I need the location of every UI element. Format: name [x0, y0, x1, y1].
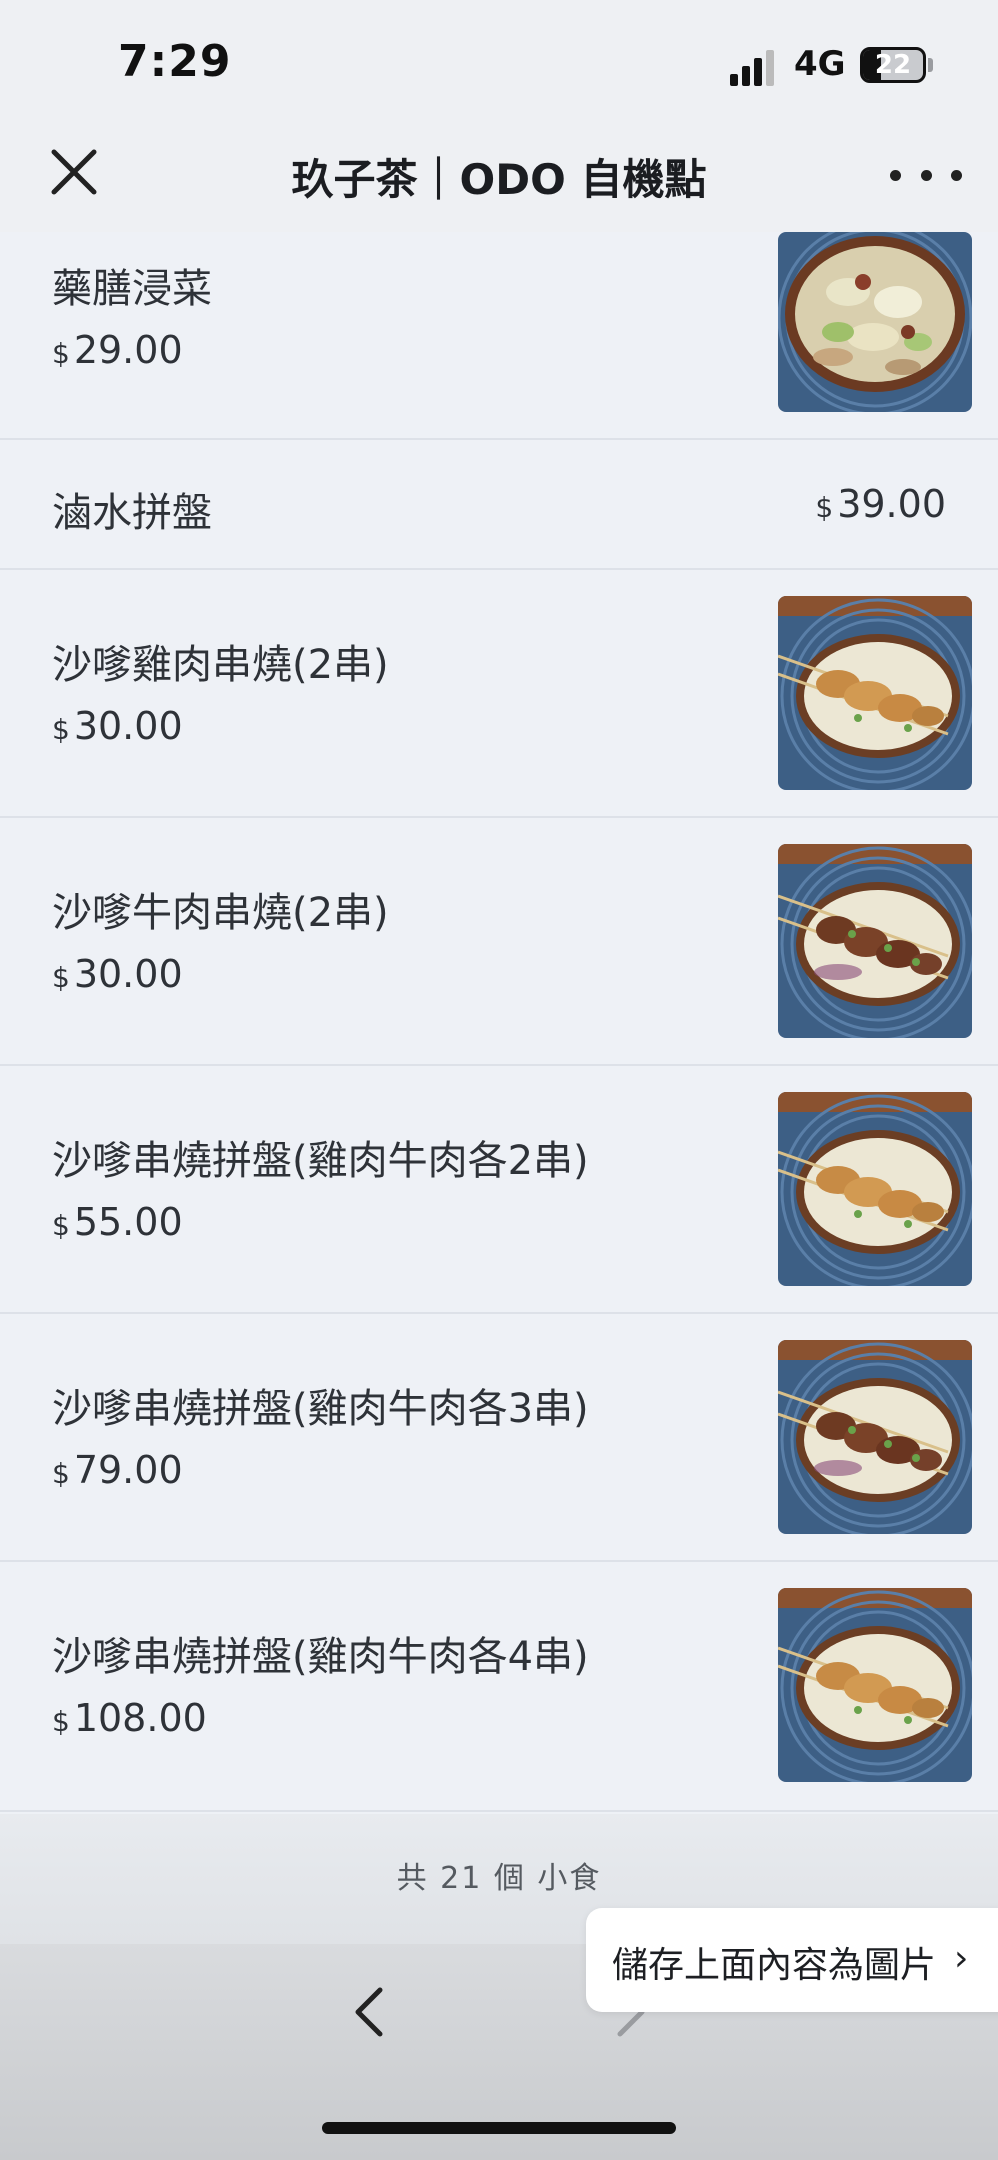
item-name: 沙嗲串燒拼盤(雞肉牛肉各4串)	[52, 1634, 589, 1680]
signal-icon	[730, 50, 774, 86]
currency-symbol: $	[52, 1705, 70, 1738]
price-value: 39.00	[837, 482, 946, 526]
battery-tip	[928, 58, 933, 72]
currency-symbol: $	[52, 713, 70, 746]
currency-symbol: $	[52, 961, 70, 994]
currency-symbol: $	[52, 1209, 70, 1242]
more-dot	[920, 169, 932, 181]
menu-item[interactable]: 沙嗲雞肉串燒(2串) $30.00	[0, 570, 998, 818]
currency-symbol: $	[52, 337, 70, 370]
item-name: 沙嗲串燒拼盤(雞肉牛肉各2串)	[52, 1138, 589, 1184]
more-icon[interactable]	[890, 150, 962, 200]
battery-level: 22	[874, 50, 912, 80]
item-price: $39.00	[815, 482, 946, 526]
status-bar: 7:29 4G 22	[0, 0, 998, 120]
item-price: $30.00	[52, 704, 183, 748]
item-price: $30.00	[52, 952, 183, 996]
chicken-satay-image	[778, 1588, 972, 1782]
beef-satay-image	[778, 844, 972, 1038]
price-value: 55.00	[73, 1200, 183, 1244]
menu-list: 藥膳浸菜 $29.00 滷水拼盤 $39.00 沙嗲雞肉串燒(2串) $30.0…	[0, 232, 998, 1812]
menu-item[interactable]: 沙嗲串燒拼盤(雞肉牛肉各3串) $79.00	[0, 1314, 998, 1562]
close-icon[interactable]	[44, 142, 104, 202]
item-price: $79.00	[52, 1448, 183, 1492]
item-name: 沙嗲牛肉串燒(2串)	[52, 890, 389, 936]
price-value: 30.00	[73, 704, 183, 748]
currency-symbol: $	[52, 1457, 70, 1490]
beef-satay-image	[778, 1340, 972, 1534]
price-value: 29.00	[73, 328, 183, 372]
menu-item[interactable]: 沙嗲串燒拼盤(雞肉牛肉各2串) $55.00	[0, 1066, 998, 1314]
status-time: 7:29	[118, 36, 232, 87]
item-name: 滷水拼盤	[52, 490, 212, 536]
chicken-satay-image	[778, 1092, 972, 1286]
menu-item[interactable]: 沙嗲牛肉串燒(2串) $30.00	[0, 818, 998, 1066]
item-name: 藥膳浸菜	[52, 266, 212, 312]
item-name: 沙嗲雞肉串燒(2串)	[52, 642, 389, 688]
vegetable-soup-image	[778, 232, 972, 412]
chevron-right-icon: ›	[954, 1938, 969, 1979]
item-price: $55.00	[52, 1200, 183, 1244]
item-price: $29.00	[52, 328, 183, 372]
price-value: 30.00	[73, 952, 183, 996]
save-as-image-button[interactable]: 儲存上面內容為圖片 ›	[586, 1908, 998, 2012]
page-title: 玖子茶｜ODO 自機點	[291, 155, 707, 204]
more-dot	[951, 169, 962, 181]
save-as-image-label: 儲存上面內容為圖片	[612, 1945, 937, 1986]
menu-item[interactable]: 藥膳浸菜 $29.00	[0, 232, 998, 440]
price-value: 79.00	[73, 1448, 183, 1492]
menu-item[interactable]: 滷水拼盤 $39.00	[0, 440, 998, 570]
currency-symbol: $	[815, 491, 834, 524]
home-indicator	[322, 2122, 676, 2134]
menu-item[interactable]: 沙嗲串燒拼盤(雞肉牛肉各4串) $108.00	[0, 1562, 998, 1812]
chicken-satay-image	[778, 596, 972, 790]
item-name: 沙嗲串燒拼盤(雞肉牛肉各3串)	[52, 1386, 589, 1432]
more-dot	[890, 169, 901, 181]
nav-bar: 玖子茶｜ODO 自機點	[0, 120, 998, 232]
back-arrow-icon[interactable]	[350, 1984, 390, 2040]
battery-icon: 22	[860, 47, 926, 83]
network-type: 4G	[794, 44, 846, 84]
price-value: 108.00	[73, 1696, 207, 1740]
item-price: $108.00	[52, 1696, 207, 1740]
